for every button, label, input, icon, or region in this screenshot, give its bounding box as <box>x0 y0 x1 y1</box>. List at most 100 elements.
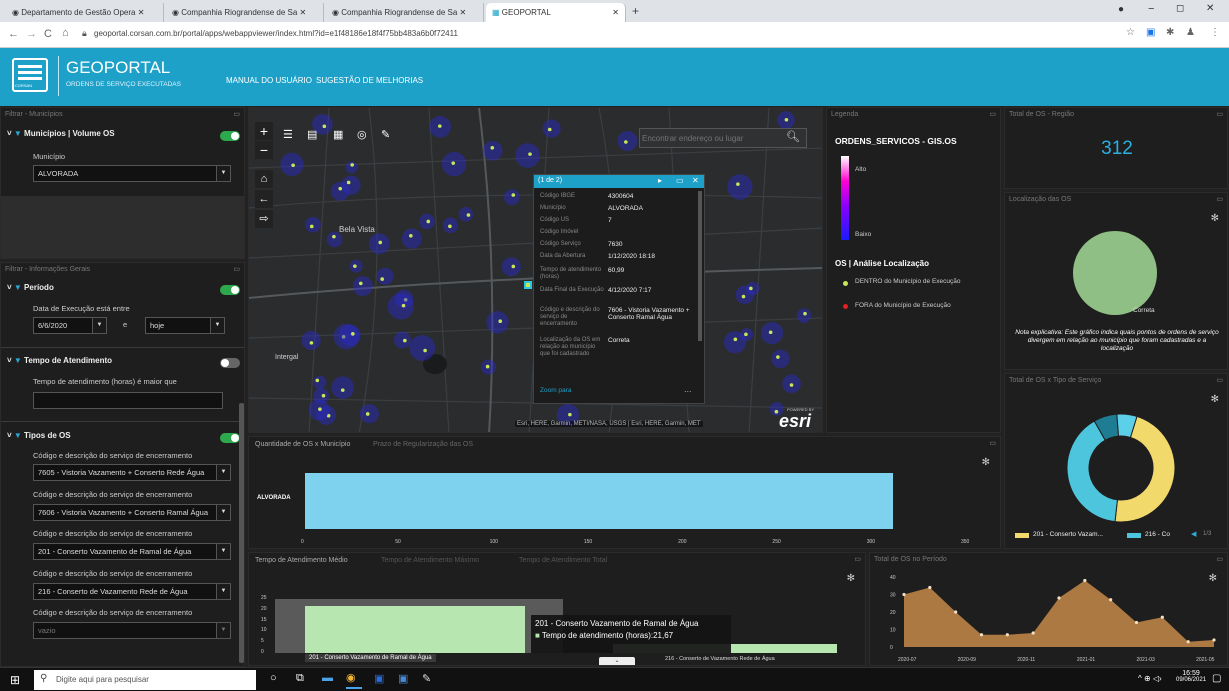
os-point[interactable] <box>749 286 753 291</box>
os-point[interactable] <box>736 182 740 186</box>
area-point[interactable] <box>979 633 984 637</box>
periodo-filter-label[interactable]: ˅ ▼ Período <box>7 283 54 292</box>
os-point[interactable] <box>403 338 407 343</box>
os-point[interactable] <box>340 388 345 392</box>
tab-prazo[interactable]: Prazo de Regularização das OS <box>373 441 473 448</box>
area-point[interactable] <box>1134 620 1139 625</box>
account-icon[interactable]: ♟ <box>1186 27 1195 38</box>
bar-201[interactable] <box>305 606 525 653</box>
os-point[interactable] <box>365 412 370 416</box>
tray-icons[interactable]: ^ ⊕ ◁› <box>1138 674 1162 683</box>
municipio-toggle[interactable] <box>220 131 240 141</box>
scrollbar[interactable] <box>239 403 244 663</box>
os-point[interactable] <box>437 124 442 128</box>
os-point[interactable] <box>350 163 354 167</box>
os-point[interactable] <box>547 127 552 132</box>
os-point[interactable] <box>774 409 779 414</box>
date-from-input[interactable]: 6/6/2020 ▼ <box>33 317 107 334</box>
area-point[interactable] <box>1005 633 1009 637</box>
selected-feature-marker[interactable] <box>524 281 532 289</box>
gear-icon[interactable]: ✻ <box>982 457 990 468</box>
collapse-panel-button[interactable]: ⌄ <box>599 657 635 665</box>
clock[interactable]: 16:59 09/06/2021 <box>1176 670 1206 683</box>
manual-link[interactable]: MANUAL DO USUÁRIO <box>226 76 312 85</box>
tipos-filter-label[interactable]: ˅ ▼ Tipos de OS <box>7 431 71 440</box>
os-point[interactable] <box>511 193 516 197</box>
os-point[interactable] <box>322 124 327 129</box>
browser-tab-active[interactable]: ▦ GEOPORTAL ✕ <box>486 3 626 22</box>
os-point[interactable] <box>466 213 471 217</box>
os-point[interactable] <box>568 412 572 417</box>
reload-icon[interactable]: C <box>44 28 52 40</box>
area-point[interactable] <box>1031 631 1035 635</box>
tab-quantidade[interactable]: Quantidade de OS x Município <box>255 441 350 448</box>
layers-icon[interactable]: ☰ <box>283 128 293 141</box>
area-point[interactable] <box>1186 640 1190 644</box>
os-point[interactable] <box>291 163 295 168</box>
os-point[interactable] <box>358 281 363 286</box>
new-tab-button[interactable]: + <box>632 4 639 18</box>
os-point[interactable] <box>309 224 314 229</box>
search-icon[interactable]: 🔍︎ <box>786 130 800 143</box>
next-feature-icon[interactable]: ▸ <box>658 176 662 185</box>
area-point[interactable] <box>1109 598 1113 602</box>
os-point[interactable] <box>741 294 746 299</box>
panel-menu-icon[interactable]: ▭ <box>854 555 861 563</box>
os-point[interactable] <box>409 233 413 238</box>
windows-start-icon[interactable]: ⊞ <box>10 673 20 687</box>
area-point[interactable] <box>1083 578 1087 583</box>
measure-icon[interactable]: ◎ <box>357 128 367 141</box>
panel-menu-icon[interactable]: ▭ <box>233 110 240 118</box>
os-point[interactable] <box>351 332 355 336</box>
close-window-button[interactable]: ✕ <box>1206 3 1214 14</box>
area-point[interactable] <box>1057 596 1061 600</box>
os-point[interactable] <box>624 140 628 144</box>
map-search-box[interactable]: 🔍︎ <box>639 128 807 148</box>
legend-prev-icon[interactable]: ◀ <box>1191 530 1196 538</box>
draw-icon[interactable]: ✎ <box>381 128 390 141</box>
area-point[interactable] <box>928 585 932 590</box>
os-point[interactable] <box>332 234 336 239</box>
minimize-button[interactable]: − <box>1148 3 1154 15</box>
browser-tab[interactable]: ◉ Departamento de Gestão Opera ✕ <box>6 3 164 22</box>
os-point[interactable] <box>321 393 326 398</box>
tipo-servico-donut[interactable] <box>1061 408 1181 528</box>
os-point[interactable] <box>426 219 431 224</box>
os-point[interactable] <box>789 383 794 387</box>
panel-menu-icon[interactable]: ▭ <box>1216 376 1223 384</box>
maximize-popup-icon[interactable]: ▭ <box>676 176 684 185</box>
map-panel[interactable]: + − ⌂ ← ⇨ ☰ ▤ ▦ ◎ ✎ 🔍︎ Bela Vista Interg… <box>248 107 823 433</box>
zoom-to-link[interactable]: Zoom para <box>540 387 571 394</box>
os-point[interactable] <box>776 355 780 359</box>
os-point[interactable] <box>511 264 516 269</box>
home-map-icon[interactable]: ⌂ <box>255 170 273 188</box>
app-icon[interactable]: ✎ <box>422 672 431 685</box>
panel-menu-icon[interactable]: ▭ <box>989 110 996 118</box>
taskbar-search-box[interactable]: ⚲ Digite aqui para pesquisar <box>34 670 256 690</box>
browser-tab[interactable]: ◉ Companhia Riograndense de Sa ✕ <box>166 3 324 22</box>
os-point[interactable] <box>784 117 789 122</box>
code-select-4[interactable]: 216 - Conserto de Vazamento Rede de Água… <box>33 583 231 600</box>
tab-tempo-total[interactable]: Tempo de Atendimento Total <box>519 557 607 564</box>
os-point[interactable] <box>380 277 384 281</box>
basemap-gallery-icon[interactable]: ▦ <box>333 128 343 141</box>
tempo-toggle[interactable] <box>220 358 240 368</box>
profile-icon[interactable]: ● <box>1118 4 1124 15</box>
outlook-icon[interactable]: ▣ <box>398 672 408 685</box>
extension-icon[interactable]: ▣ <box>1146 27 1155 38</box>
back-extent-icon[interactable]: ← <box>255 190 273 208</box>
bar-alvorada[interactable] <box>305 473 894 529</box>
tipos-toggle[interactable] <box>220 433 240 443</box>
donut-legend-item[interactable]: 201 - Conserto Vazam... <box>1033 531 1103 538</box>
puzzle-icon[interactable]: ✱ <box>1166 27 1174 38</box>
os-point[interactable] <box>744 332 748 337</box>
suggestion-link[interactable]: SUGESTÃO DE MELHORIAS <box>316 76 423 85</box>
date-to-input[interactable]: hoje ▼ <box>145 317 225 334</box>
os-point[interactable] <box>401 303 406 308</box>
gear-icon[interactable]: ✻ <box>1211 213 1219 224</box>
panel-menu-icon[interactable]: ▭ <box>989 439 996 447</box>
os-point[interactable] <box>733 337 738 342</box>
popup-more-icon[interactable]: ... <box>684 384 692 394</box>
word-icon[interactable]: ▣ <box>374 672 384 685</box>
print-icon[interactable]: ▤ <box>307 128 317 141</box>
